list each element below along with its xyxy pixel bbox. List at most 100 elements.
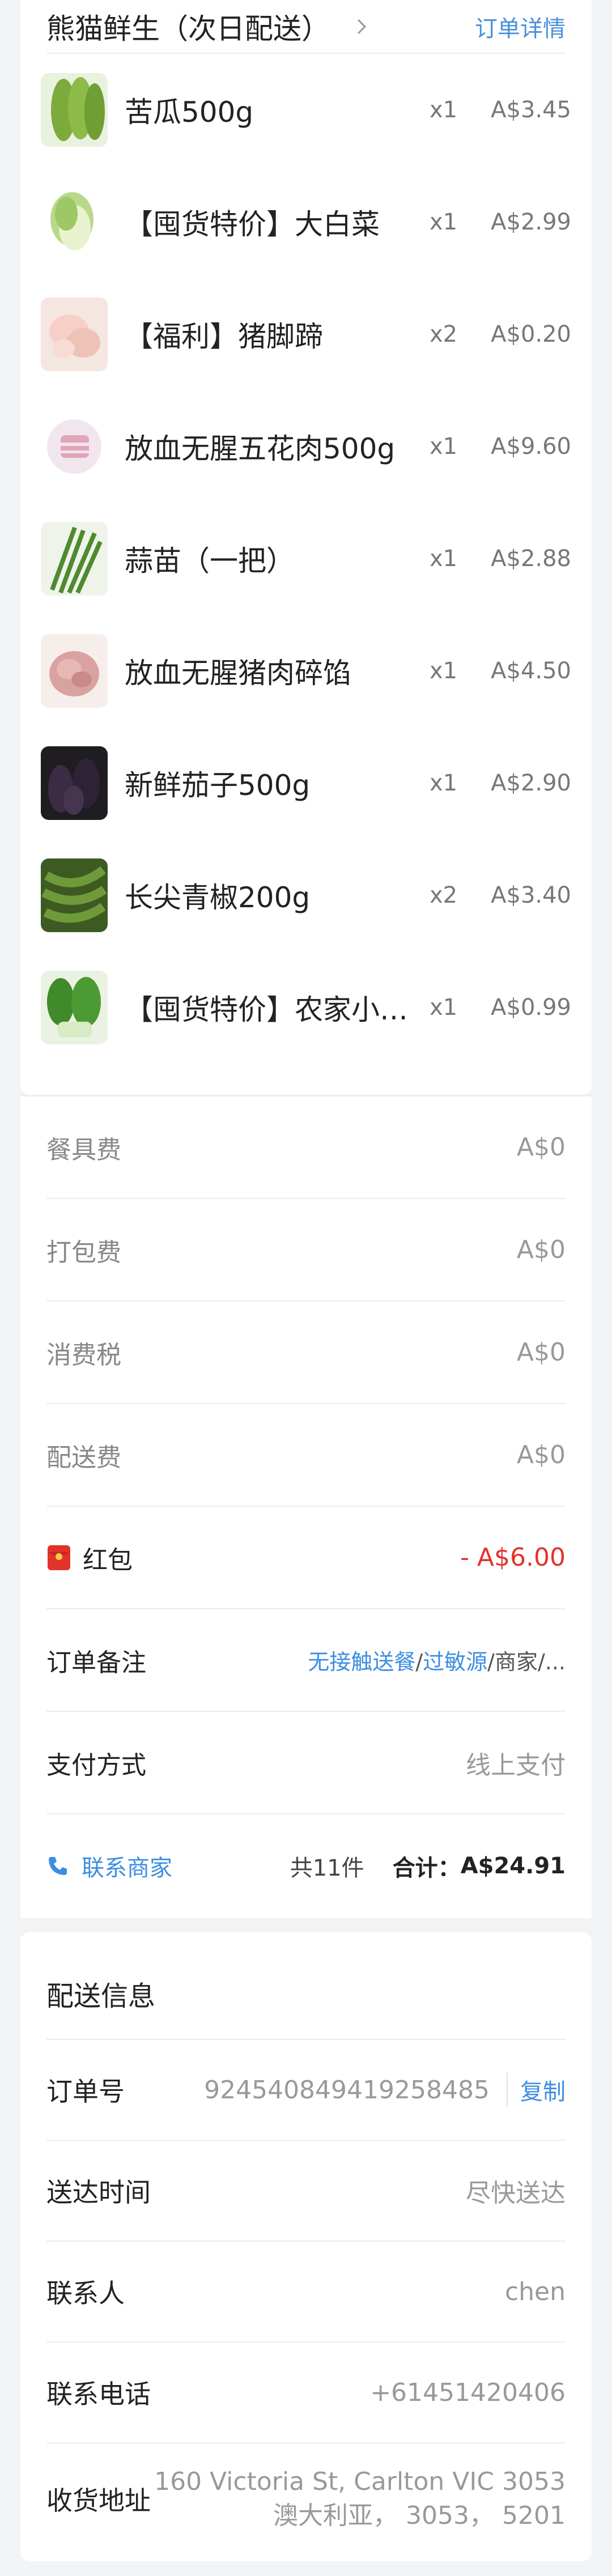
phone-icon <box>49 1856 67 1875</box>
product-price: A$9.60 <box>491 433 571 460</box>
info-label: 收货地址 <box>46 2485 151 2516</box>
address-line-1: 160 Victoria St, Carlton VIC 3053 <box>154 2467 566 2496</box>
product-row[interactable]: 苦瓜500g x1 A$3.45 <box>20 54 592 166</box>
bok-choy-thumbnail <box>41 971 108 1044</box>
store-name[interactable]: 熊猫鲜生（次日配送） <box>46 6 330 47</box>
address-line-2: 澳大利亚， 3053， 5201 <box>273 2501 566 2530</box>
packing-fee-row: 打包费 A$0 <box>46 1199 566 1302</box>
fee-label: 消费税 <box>46 1340 121 1370</box>
copy-divider <box>507 2073 508 2107</box>
product-qty: x1 <box>430 770 458 796</box>
product-name: 【福利】猪脚蹄 <box>125 320 323 353</box>
pork-trotter-thumbnail <box>41 297 108 371</box>
product-row[interactable]: 蒜苗（一把） x1 A$2.88 <box>20 503 592 615</box>
product-row[interactable]: 新鲜茄子500g x1 A$2.90 <box>20 727 592 839</box>
product-price: A$4.50 <box>491 658 571 684</box>
info-label: 联系人 <box>46 2278 125 2309</box>
product-name: 苦瓜500g <box>125 96 254 129</box>
fees-card: 餐具费 A$0 打包费 A$0 消费税 A$0 配送费 A$0 红包 - A$6… <box>20 1096 592 1918</box>
fee-label: 配送费 <box>46 1443 121 1472</box>
tableware-fee-row: 餐具费 A$0 <box>46 1096 566 1199</box>
product-row[interactable]: 放血无腥猪肉碎馅 x1 A$4.50 <box>20 615 592 727</box>
fee-value: A$0 <box>516 1133 566 1162</box>
bitter-melon-thumbnail <box>41 73 108 147</box>
store-header[interactable]: 熊猫鲜生（次日配送） 订单详情 <box>46 0 566 54</box>
product-row[interactable]: 【福利】猪脚蹄 x2 A$0.20 <box>20 278 592 390</box>
green-pepper-thumbnail <box>41 858 108 932</box>
fee-value: A$0 <box>516 1440 566 1469</box>
info-label: 联系电话 <box>46 2379 151 2409</box>
contact-person-row: 联系人 chen <box>46 2242 566 2343</box>
product-qty: x1 <box>430 433 458 460</box>
product-price: A$0.99 <box>491 994 571 1021</box>
delivery-fee-row: 配送费 A$0 <box>46 1404 566 1507</box>
chevron-right-icon <box>357 19 367 34</box>
eggplant-thumbnail <box>41 746 108 820</box>
payment-method-value: 线上支付 <box>466 1750 566 1780</box>
napa-cabbage-thumbnail <box>41 185 108 259</box>
order-note-value[interactable]: 无接触送餐/过敏源/商家/... <box>308 1644 566 1676</box>
fee-label: 打包费 <box>46 1238 121 1267</box>
tax-row: 消费税 A$0 <box>46 1302 566 1404</box>
order-items-card: 熊猫鲜生（次日配送） 订单详情 苦瓜500g x1 A$3.45 【囤货特价】大… <box>20 0 592 1095</box>
order-number-value: 924540849419258485 <box>204 2075 490 2105</box>
order-detail-link[interactable]: 订单详情 <box>475 10 566 43</box>
total-value: A$24.91 <box>460 1852 566 1879</box>
product-qty: x1 <box>430 546 458 572</box>
product-row[interactable]: 【囤货特价】大白菜 x1 A$2.99 <box>20 166 592 278</box>
product-name: 放血无腥五花肉500g <box>125 432 396 465</box>
product-price: A$2.99 <box>491 209 571 235</box>
order-summary: 共11件 合计： A$24.91 <box>290 1850 566 1882</box>
product-list: 苦瓜500g x1 A$3.45 【囤货特价】大白菜 x1 A$2.99 【福利… <box>20 54 592 1064</box>
product-row[interactable]: 放血无腥五花肉500g x1 A$9.60 <box>20 390 592 503</box>
fee-label: 餐具费 <box>46 1135 121 1164</box>
red-packet-row: 红包 - A$6.00 <box>46 1507 566 1609</box>
product-price: A$0.20 <box>491 321 571 347</box>
product-row[interactable]: 长尖青椒200g x2 A$3.40 <box>20 839 592 951</box>
delivery-info-card: 配送信息 订单号 924540849419258485 复制 送达时间 尽快送达… <box>20 1932 592 2561</box>
minced-pork-thumbnail <box>41 634 108 708</box>
info-label: 订单号 <box>46 2076 125 2107</box>
address-value: 160 Victoria St, Carlton VIC 3053 澳大利亚， … <box>154 2465 566 2533</box>
delivery-info-title: 配送信息 <box>46 1980 156 2012</box>
product-price: A$2.90 <box>491 770 571 796</box>
fee-value: A$0 <box>516 1235 566 1264</box>
payment-method-row: 支付方式 线上支付 <box>46 1712 566 1814</box>
note-contactless: 无接触送餐 <box>308 1650 416 1674</box>
info-label: 送达时间 <box>46 2177 151 2208</box>
product-qty: x2 <box>430 321 458 347</box>
note-allergen: 过敏源 <box>423 1650 488 1674</box>
product-name: 长尖青椒200g <box>125 881 311 914</box>
contact-merchant-label: 联系商家 <box>82 1855 172 1881</box>
fee-label: 订单备注 <box>46 1648 146 1677</box>
product-row[interactable]: 【囤货特价】农家小白菜 x1 A$0.99 <box>20 951 592 1064</box>
product-name: 放血无腥猪肉碎馅 <box>125 657 351 690</box>
red-packet-value: - A$6.00 <box>460 1543 566 1572</box>
product-price: A$3.45 <box>491 97 571 123</box>
summary-row: 联系商家 共11件 合计： A$24.91 <box>46 1814 566 1917</box>
order-note-row[interactable]: 订单备注 无接触送餐/过敏源/商家/... <box>46 1609 566 1712</box>
product-qty: x1 <box>430 994 458 1021</box>
contact-phone-row: 联系电话 +61451420406 <box>46 2343 566 2443</box>
delivery-info-header: 配送信息 <box>46 1932 566 2040</box>
total-label: 合计： <box>392 1855 461 1881</box>
product-qty: x1 <box>430 658 458 684</box>
fee-label: 支付方式 <box>46 1750 146 1780</box>
product-qty: x2 <box>430 882 458 908</box>
delivery-time-row: 送达时间 尽快送达 <box>46 2141 566 2242</box>
copy-button[interactable]: 复制 <box>520 2073 566 2106</box>
garlic-sprouts-thumbnail <box>41 522 108 596</box>
product-price: A$2.88 <box>491 546 571 572</box>
fee-value: A$0 <box>516 1338 566 1367</box>
delivery-time-value: 尽快送达 <box>466 2179 566 2208</box>
product-price: A$3.40 <box>491 882 571 908</box>
product-name: 蒜苗（一把） <box>125 545 295 577</box>
product-qty: x1 <box>430 97 458 123</box>
address-row: 收货地址 160 Victoria St, Carlton VIC 3053 澳… <box>46 2443 566 2554</box>
note-rest: /商家/... <box>487 1650 566 1674</box>
product-name: 新鲜茄子500g <box>125 769 311 802</box>
contact-merchant-button[interactable]: 联系商家 <box>46 1850 172 1882</box>
contact-phone-value[interactable]: +61451420406 <box>370 2378 566 2407</box>
order-number-row: 订单号 924540849419258485 复制 <box>46 2040 566 2141</box>
red-packet-icon <box>48 1545 70 1570</box>
